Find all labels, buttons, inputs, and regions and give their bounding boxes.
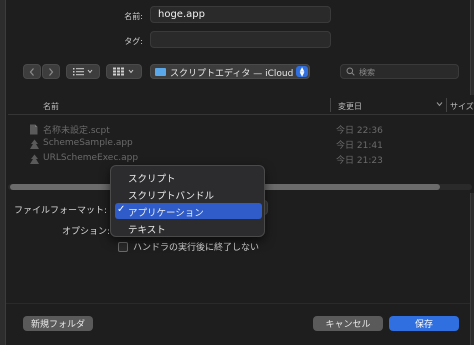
list-view-button[interactable] <box>66 64 100 79</box>
file-date: 今日 22:36 <box>336 126 383 136</box>
location-popup[interactable]: スクリプトエディタ — iCloud ▲ ▼ <box>150 64 310 79</box>
folder-icon <box>155 68 166 76</box>
updown-arrows-icon: ▲ ▼ <box>296 66 308 78</box>
grid-view-button[interactable] <box>106 64 142 79</box>
column-name[interactable]: 名前 <box>43 101 59 112</box>
menu-item-label: スクリプトバンドル <box>128 191 214 202</box>
keep-open-checkbox-label: ハンドラの実行後に終了しない <box>133 243 260 253</box>
name-field[interactable]: hoge.app <box>150 6 331 23</box>
file-date: 今日 21:23 <box>336 156 383 166</box>
sort-chevron-icon[interactable] <box>436 100 443 108</box>
location-label: スクリプトエディタ — iCloud <box>170 69 294 79</box>
script-app-icon <box>30 154 39 164</box>
back-button[interactable] <box>23 64 41 79</box>
menu-item-script-bundle[interactable]: スクリプトバンドル <box>115 186 262 202</box>
file-name: SchemeSample.app <box>43 138 133 148</box>
menu-item-text[interactable]: テキスト <box>115 220 262 236</box>
options-label: オプション: <box>62 227 111 237</box>
menu-item-script[interactable]: スクリプト <box>115 169 262 185</box>
chevron-left-icon <box>29 67 34 76</box>
new-folder-button[interactable]: 新規フォルダ <box>23 316 93 331</box>
file-row[interactable]: SchemeSample.app 今日 21:41 <box>8 137 474 152</box>
file-format-menu: スクリプト スクリプトバンドル ✓ アプリケーション テキスト <box>110 165 265 237</box>
window-left-edge <box>0 0 6 345</box>
bottom-divider <box>6 303 470 304</box>
file-format-label: ファイルフォーマット: <box>14 206 108 216</box>
menu-item-label: スクリプト <box>128 174 176 185</box>
list-icon <box>73 68 93 76</box>
tags-field[interactable] <box>150 31 331 48</box>
cancel-button[interactable]: キャンセル <box>313 316 383 331</box>
name-field-value: hoge.app <box>158 9 205 20</box>
column-header: 名前 変更日 サイズ <box>8 95 474 115</box>
menu-item-application[interactable]: ✓ アプリケーション <box>115 203 262 219</box>
file-name: URLSchemeExec.app <box>43 153 139 163</box>
column-separator <box>446 98 447 112</box>
keep-open-checkbox[interactable] <box>118 241 128 252</box>
column-separator <box>330 98 331 112</box>
name-label: 名前: <box>124 12 143 21</box>
search-field[interactable] <box>340 64 459 79</box>
checkmark-icon: ✓ <box>117 204 126 215</box>
menu-item-label: アプリケーション <box>128 208 204 219</box>
chevron-right-icon <box>49 67 54 76</box>
search-icon <box>346 67 355 76</box>
script-app-icon <box>30 139 39 149</box>
menu-item-label: テキスト <box>128 225 166 236</box>
file-date: 今日 21:41 <box>336 141 383 151</box>
forward-button[interactable] <box>42 64 60 79</box>
column-size[interactable]: サイズ <box>450 101 474 112</box>
save-button[interactable]: 保存 <box>389 316 459 331</box>
grid-icon <box>113 67 134 76</box>
column-modified[interactable]: 変更日 <box>338 101 362 112</box>
file-row[interactable]: 名称未設定.scpt 今日 22:36 <box>8 122 474 137</box>
search-input[interactable] <box>359 66 454 78</box>
file-name: 名称未設定.scpt <box>43 126 110 136</box>
script-icon <box>30 124 38 135</box>
keep-open-option[interactable]: ハンドラの実行後に終了しない <box>118 240 259 253</box>
tags-label: タグ: <box>124 37 143 46</box>
